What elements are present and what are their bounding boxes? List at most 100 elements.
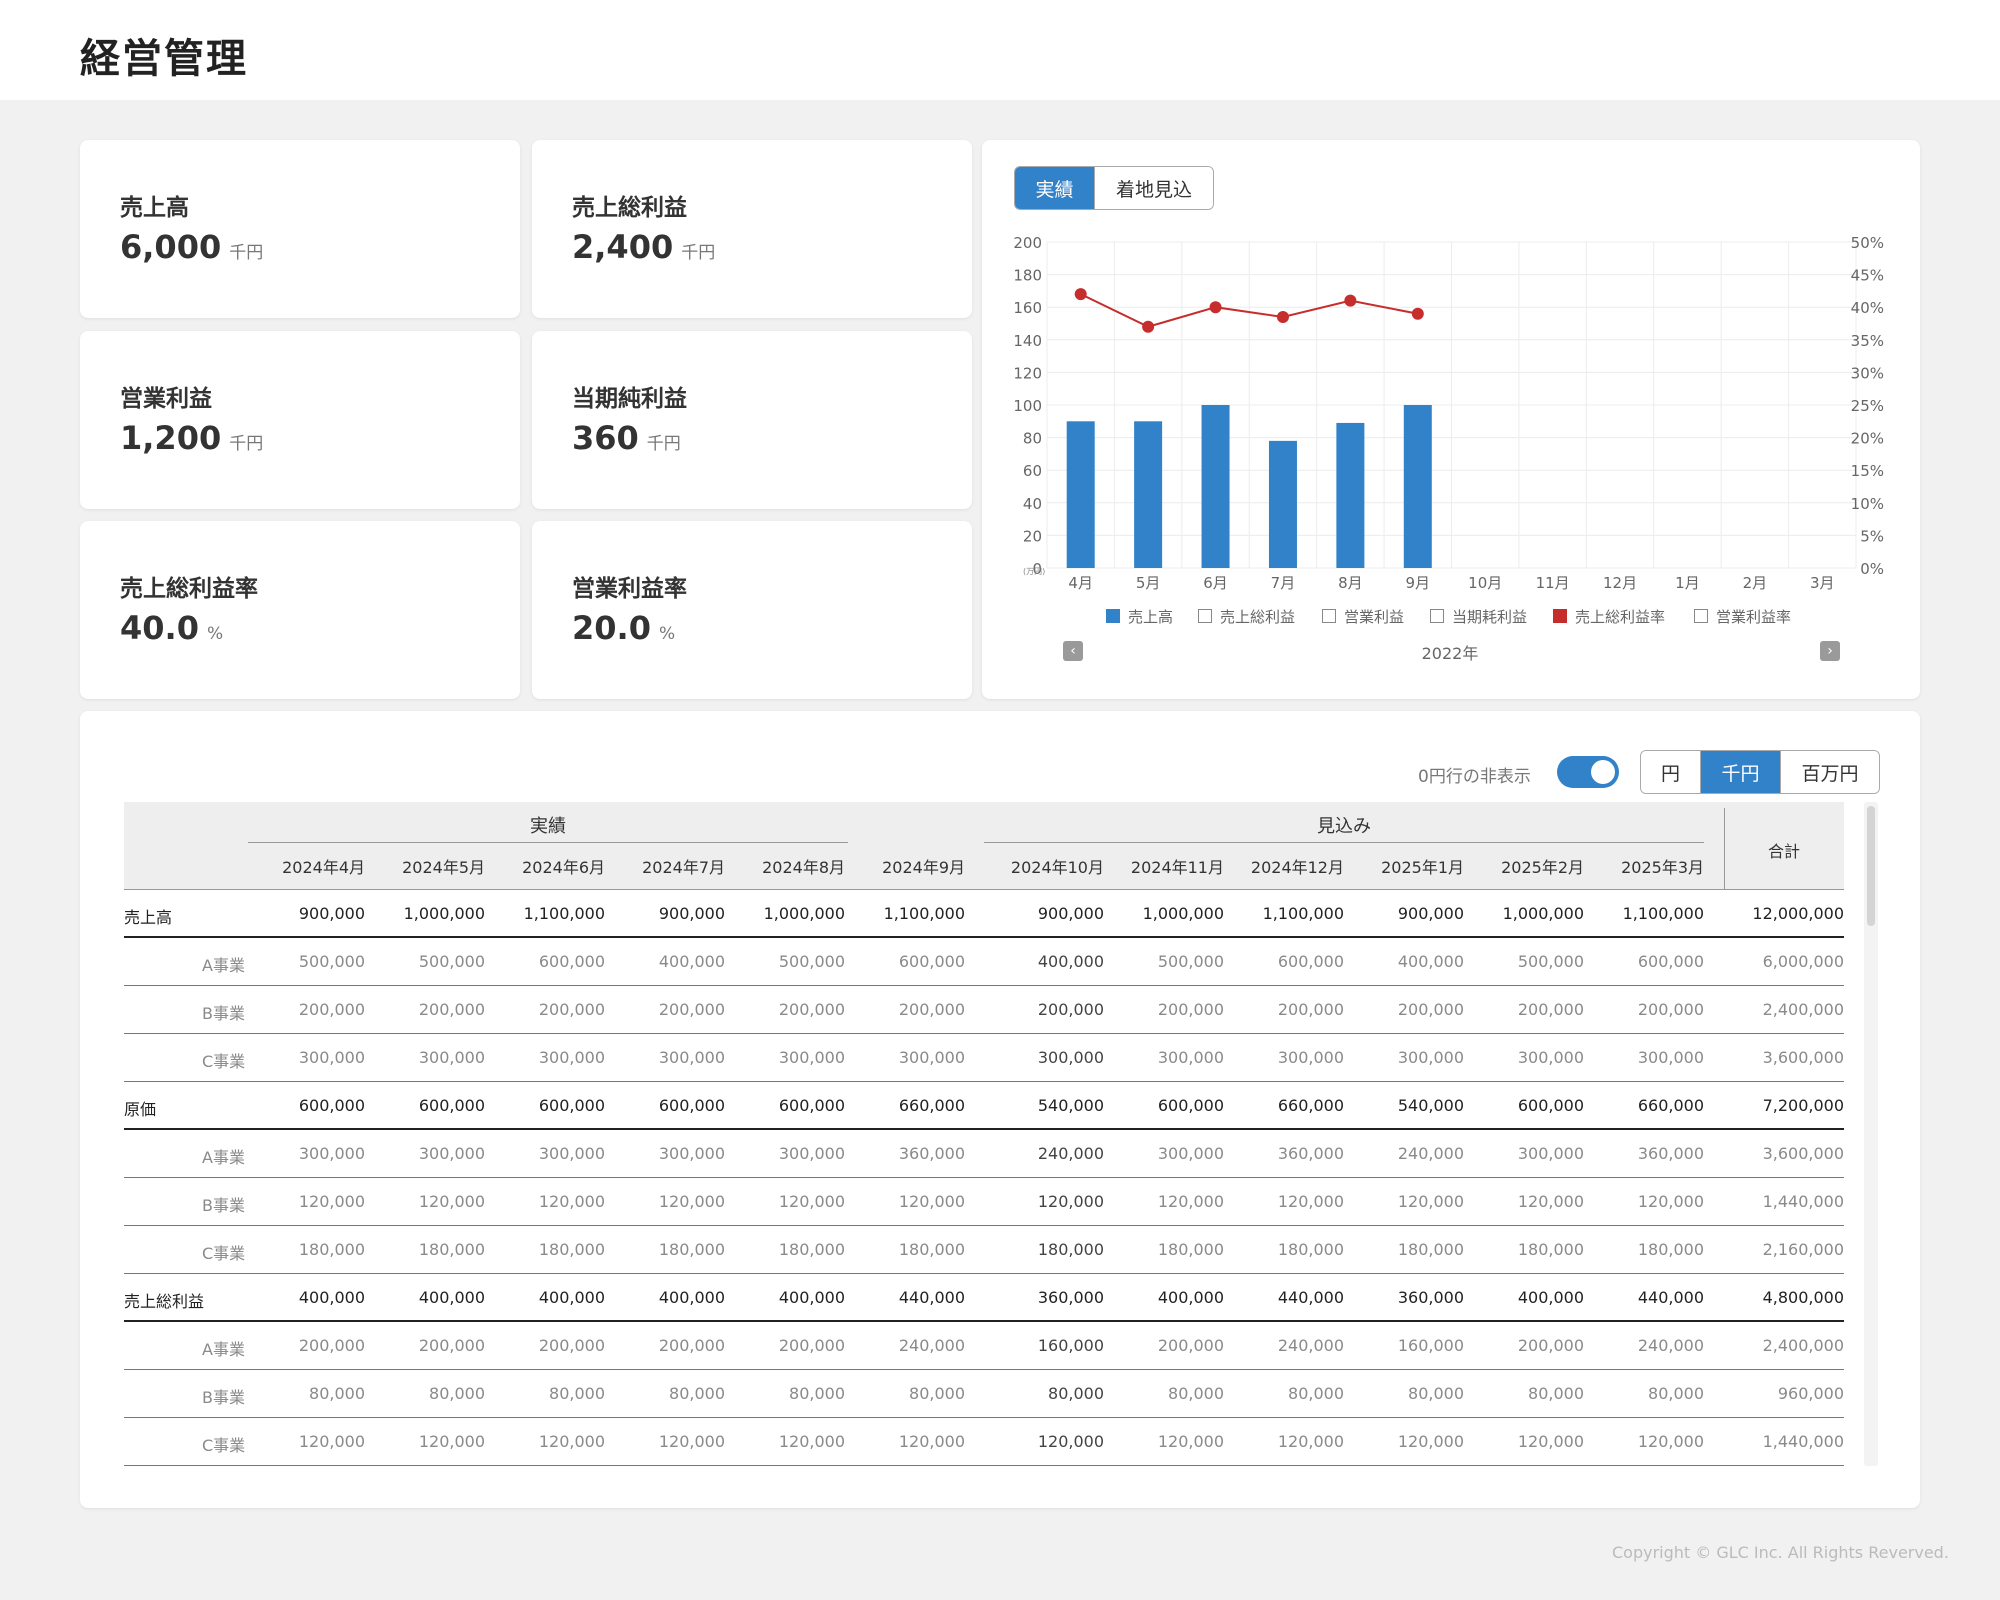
table-cell: 400,000 (1517, 1288, 1584, 1307)
table-cell: 900,000 (1397, 904, 1464, 923)
column-header: 2024年10月 (1010, 858, 1104, 877)
table-cell: 200,000 (1397, 1000, 1464, 1019)
table-cell-total: 2,160,000 (1762, 1240, 1844, 1259)
chart-next-button[interactable]: › (1820, 641, 1840, 661)
table-cell-total: 2,400,000 (1762, 1000, 1844, 1019)
table-cell: 200,000 (538, 1336, 605, 1355)
unit-yen-button[interactable]: 円 (1641, 751, 1701, 793)
table-cell: 200,000 (658, 1000, 725, 1019)
table-cell: 180,000 (1157, 1240, 1224, 1259)
table-cell: 180,000 (298, 1240, 365, 1259)
table-cell: 900,000 (658, 904, 725, 923)
table-cell: 300,000 (658, 1144, 725, 1163)
scrollbar-thumb[interactable] (1867, 806, 1875, 926)
table-cell: 300,000 (1397, 1048, 1464, 1067)
table-scrollbar[interactable] (1864, 802, 1878, 1466)
table-cell: 300,000 (1517, 1048, 1584, 1067)
table-cell: 200,000 (658, 1336, 725, 1355)
chevron-left-icon: ‹ (1070, 643, 1076, 659)
table-cell: 120,000 (658, 1192, 725, 1211)
table-cell: 200,000 (1277, 1000, 1344, 1019)
table-cell: 180,000 (1037, 1240, 1104, 1259)
group-line-forecast (984, 842, 1704, 843)
table-row-sub: C事業 180,000 180,000 180,000 180,000 180,000 18… (124, 1226, 1844, 1274)
column-header: 2024年8月 (762, 858, 845, 877)
row-label: C事業 (202, 1436, 246, 1455)
table-cell: 360,000 (1277, 1144, 1344, 1163)
group-line-actual (248, 842, 848, 843)
table-cell: 240,000 (1397, 1144, 1464, 1163)
table-cell: 440,000 (1277, 1288, 1344, 1307)
table-cell-total: 1,440,000 (1762, 1432, 1844, 1451)
table-row-sub: A事業 500,000 500,000 600,000 400,000 500,000 60… (124, 938, 1844, 986)
table-row-sub: B事業 80,000 80,000 80,000 80,000 80,000 80,000 8… (124, 1370, 1844, 1418)
table-cell: 500,000 (418, 952, 485, 971)
table-cell: 120,000 (1157, 1432, 1224, 1451)
table-cell: 120,000 (298, 1432, 365, 1451)
table-cell: 80,000 (309, 1384, 365, 1403)
table-cell-total: 7,200,000 (1762, 1096, 1844, 1115)
table-cell-total: 1,440,000 (1762, 1192, 1844, 1211)
row-label: A事業 (202, 956, 245, 975)
table-cell: 200,000 (898, 1000, 965, 1019)
kpi-value: 1,200 (120, 419, 222, 457)
table-cell: 500,000 (1157, 952, 1224, 971)
chart-card (982, 140, 1920, 699)
table-cell: 180,000 (1517, 1240, 1584, 1259)
hide-zero-toggle[interactable] (1557, 756, 1619, 788)
table-cell: 200,000 (538, 1000, 605, 1019)
table-cell: 1,000,000 (763, 904, 845, 923)
table-cell: 300,000 (538, 1144, 605, 1163)
table-cell: 120,000 (1517, 1192, 1584, 1211)
column-header: 2024年5月 (402, 858, 485, 877)
table-cell: 200,000 (1157, 1000, 1224, 1019)
table-cell: 900,000 (1037, 904, 1104, 923)
unit-million-yen-button[interactable]: 百万円 (1781, 751, 1879, 793)
table-cell-total: 3,600,000 (1762, 1048, 1844, 1067)
row-label: A事業 (202, 1148, 245, 1167)
table-cell: 600,000 (418, 1096, 485, 1115)
table-cell: 1,100,000 (523, 904, 605, 923)
chart-prev-button[interactable]: ‹ (1063, 641, 1083, 661)
unit-thousand-yen-button[interactable]: 千円 (1701, 751, 1781, 793)
table-cell: 300,000 (298, 1048, 365, 1067)
table-cell: 80,000 (1168, 1384, 1224, 1403)
table-cell: 360,000 (1037, 1288, 1104, 1307)
table-cell: 80,000 (1288, 1384, 1344, 1403)
table-cell: 80,000 (1528, 1384, 1584, 1403)
table-cell: 120,000 (538, 1432, 605, 1451)
row-label: B事業 (202, 1004, 245, 1023)
table-cell: 120,000 (1037, 1432, 1104, 1451)
tab-forecast[interactable]: 着地見込 (1095, 167, 1213, 209)
table-cell: 500,000 (778, 952, 845, 971)
table-cell: 120,000 (1277, 1192, 1344, 1211)
table-cell: 80,000 (1408, 1384, 1464, 1403)
table-cell: 120,000 (898, 1432, 965, 1451)
table-cell: 600,000 (898, 952, 965, 971)
table-cell: 120,000 (898, 1192, 965, 1211)
table-row-sub: C事業 120,000 120,000 120,000 120,000 120,000 12… (124, 1418, 1844, 1466)
kpi-label: 当期純利益 (572, 386, 687, 412)
table-cell: 120,000 (778, 1432, 845, 1451)
table-cell: 600,000 (658, 1096, 725, 1115)
table-cell: 1,000,000 (403, 904, 485, 923)
kpi-label: 売上総利益率 (120, 576, 258, 602)
row-label: 売上高 (124, 908, 173, 927)
table-cell: 240,000 (1277, 1336, 1344, 1355)
kpi-card-gross-profit: 売上総利益 2,400 千円 (532, 140, 972, 318)
table-cell: 180,000 (778, 1240, 845, 1259)
kpi-value: 2,400 (572, 228, 674, 266)
table-cell: 200,000 (298, 1000, 365, 1019)
table-cell: 120,000 (1037, 1192, 1104, 1211)
table-cell: 360,000 (898, 1144, 965, 1163)
table-cell: 120,000 (538, 1192, 605, 1211)
table-cell: 180,000 (898, 1240, 965, 1259)
row-label: A事業 (202, 1340, 245, 1359)
kpi-card-operating-profit: 営業利益 1,200 千円 (80, 331, 520, 509)
tab-actual[interactable]: 実績 (1015, 167, 1095, 209)
table-cell: 80,000 (909, 1384, 965, 1403)
table-cell: 200,000 (298, 1336, 365, 1355)
table-cell: 120,000 (418, 1432, 485, 1451)
table-cell: 1,000,000 (1502, 904, 1584, 923)
table-cell: 400,000 (1397, 952, 1464, 971)
